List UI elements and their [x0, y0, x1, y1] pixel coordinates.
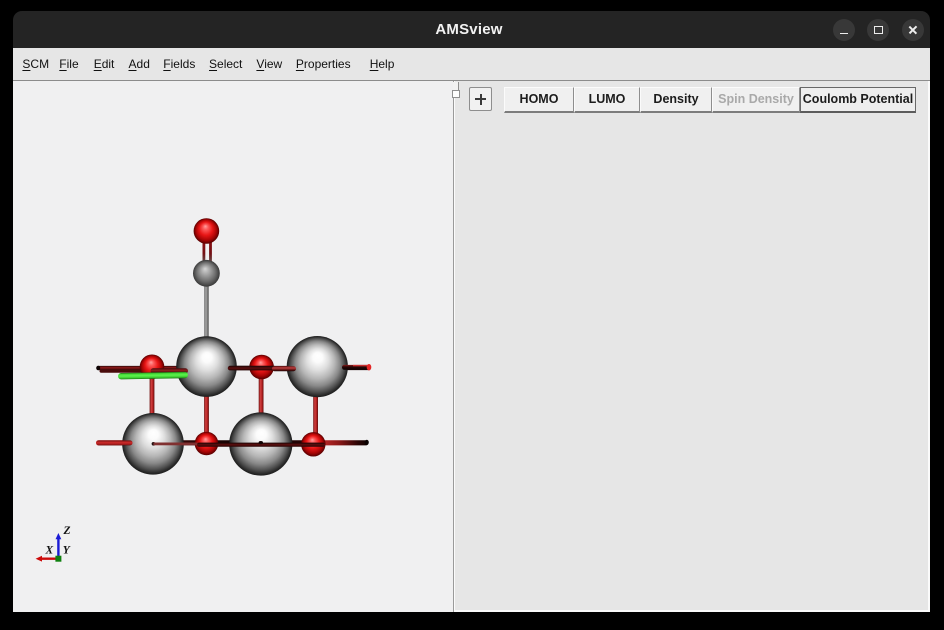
svg-text:X: X	[45, 545, 54, 557]
svg-text:Y: Y	[63, 545, 71, 557]
svg-text:Z: Z	[63, 525, 71, 537]
